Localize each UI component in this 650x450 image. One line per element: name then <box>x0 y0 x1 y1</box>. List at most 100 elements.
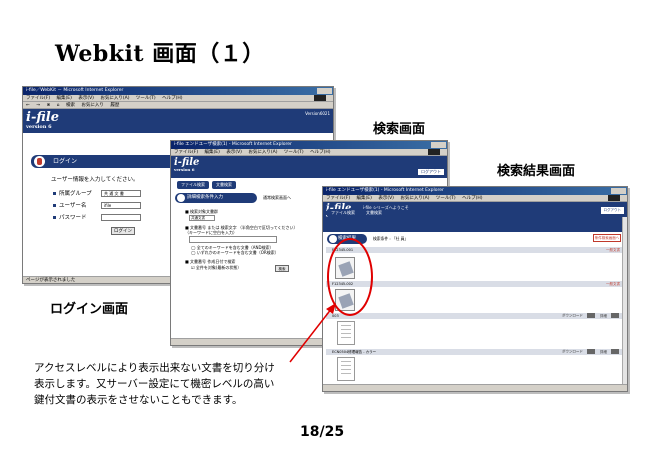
group-select[interactable]: 共 通 文 書 <box>101 189 141 197</box>
menu-favorites[interactable]: お気に入り(A) <box>400 196 429 201</box>
forward-button[interactable]: → <box>36 103 40 108</box>
search-submit-button[interactable]: 検索 <box>275 265 289 272</box>
window-controls-icon[interactable] <box>431 142 446 148</box>
search-tabs: ファイル検索 文書検索 <box>177 181 236 189</box>
password-input[interactable] <box>101 213 141 221</box>
user-icon <box>177 194 185 202</box>
tab-document-search[interactable]: 文書検索 <box>212 181 236 189</box>
results-statusbar <box>323 384 627 391</box>
brand-version: version 6 <box>26 124 52 130</box>
search-menubar: ファイル(F) 編集(E) 表示(V) お気に入り(A) ツール(T) ヘルプ(… <box>171 149 447 156</box>
search-titlebar: i-file エンドユーザ検索(1) - Microsoft Internet … <box>171 141 447 149</box>
page-number: 18/25 <box>300 424 345 440</box>
search-window-title: i-file エンドユーザ検索(1) - Microsoft Internet … <box>174 142 292 147</box>
window-controls-icon[interactable] <box>317 88 332 94</box>
search-button[interactable]: 検索 <box>66 103 75 108</box>
password-row: パスワード <box>53 213 141 221</box>
slide-title: Webkit 画面（１） <box>55 41 265 67</box>
detail-icon[interactable] <box>611 313 619 318</box>
menu-edit[interactable]: 編集(E) <box>205 150 220 155</box>
document-thumbnail[interactable] <box>337 321 355 345</box>
normal-search-link[interactable]: 通常検索画面へ <box>263 195 291 201</box>
highlight-ellipse <box>327 238 373 316</box>
logout-button[interactable]: ログアウト <box>600 207 624 214</box>
results-titlebar: i-file エンドユーザ検索(1) - Microsoft Internet … <box>323 187 627 195</box>
keyword-input[interactable] <box>189 236 277 243</box>
result-row-header[interactable]: F12345-001 一般文書 <box>326 247 624 253</box>
tab-file-search[interactable]: ファイル検索 <box>327 209 359 217</box>
detail-action[interactable]: 詳細 <box>600 350 607 354</box>
note-line: アクセスレベルにより表示出来ない文書を切り分け <box>34 362 275 374</box>
menu-help[interactable]: ヘルプ(H) <box>162 96 182 101</box>
login-menubar: ファイル(F) 編集(E) 表示(V) お気に入り(A) ツール(T) ヘルプ(… <box>23 95 333 102</box>
search-condition: 検索条件 : 「社 員」 <box>373 236 409 241</box>
results-tabs: ファイル検索 文書検索 <box>327 209 386 217</box>
login-button[interactable]: ログイン <box>111 227 135 235</box>
description-note: アクセスレベルにより表示出来ない文書を切り分け 表示します。又サーバー設定にて機… <box>34 360 275 408</box>
caption-search: 検索画面 <box>373 122 426 137</box>
menu-favorites[interactable]: お気に入り(A) <box>100 96 129 101</box>
tab-document-search[interactable]: 文書検索 <box>362 209 386 217</box>
user-icon <box>34 156 45 167</box>
detail-action[interactable]: 詳細 <box>600 314 607 318</box>
window-controls-icon[interactable] <box>611 188 626 194</box>
home-button[interactable]: ⌂ <box>57 103 60 108</box>
bullet-icon <box>53 215 56 219</box>
menu-view[interactable]: 表示(V) <box>226 150 242 155</box>
menu-favorites[interactable]: お気に入り(A) <box>248 150 277 155</box>
ie-logo-icon <box>608 195 620 201</box>
note-line: 鍵付文書の表示をさせないこともできます。 <box>34 394 243 406</box>
username-row: ユーザー名 ifile <box>53 201 141 209</box>
group-row: 所属グループ 共 通 文 書 <box>53 189 141 197</box>
back-to-search-button[interactable]: 条件検索画面へ <box>593 234 621 242</box>
menu-edit[interactable]: 編集(E) <box>357 196 372 201</box>
results-banner: i-file version 6 i-file シリーズへようこそ <box>323 202 627 232</box>
or-search-radio[interactable]: ◯ いずれかのキーワードを含む文書（OR検索） <box>191 250 279 256</box>
logout-button[interactable]: ログアウト <box>418 169 444 175</box>
result-actions: ダウンロード 詳細 <box>562 349 619 355</box>
caption-results: 検索結果画面 <box>497 164 576 179</box>
caption-login: ログイン画面 <box>50 302 129 317</box>
menu-help[interactable]: ヘルプ(H) <box>310 150 330 155</box>
ie-logo-icon <box>314 95 326 101</box>
login-window-title: i-file／WebKit － Microsoft Internet Explo… <box>26 88 124 93</box>
login-toolbar: ← → ⊗ ⌂ 検索 お気に入り 履歴 <box>23 102 333 109</box>
results-window-title: i-file エンドユーザ検索(1) - Microsoft Internet … <box>326 188 444 193</box>
favorites-button[interactable]: お気に入り <box>81 103 104 108</box>
menu-tools[interactable]: ツール(T) <box>136 96 156 101</box>
all-items-checkbox[interactable]: ☑ 全件を対象(最新の状態） <box>191 265 241 271</box>
results-menubar: ファイル(F) 編集(E) 表示(V) お気に入り(A) ツール(T) ヘルプ(… <box>323 195 627 202</box>
menu-edit[interactable]: 編集(E) <box>57 96 72 101</box>
menu-tools[interactable]: ツール(T) <box>284 150 304 155</box>
menu-view[interactable]: 表示(V) <box>78 96 94 101</box>
history-button[interactable]: 履歴 <box>110 103 119 108</box>
user-icon <box>329 235 337 243</box>
document-thumbnail[interactable] <box>337 357 355 381</box>
menu-help[interactable]: ヘルプ(H) <box>462 196 482 201</box>
back-button[interactable]: ← <box>26 103 30 108</box>
login-message: ユーザー情報を入力してください。 <box>51 177 139 183</box>
menu-tools[interactable]: ツール(T) <box>436 196 456 201</box>
menu-file[interactable]: ファイル(F) <box>174 150 198 155</box>
tab-file-search[interactable]: ファイル検索 <box>177 181 209 189</box>
menu-file[interactable]: ファイル(F) <box>326 196 350 201</box>
stop-button[interactable]: ⊗ <box>46 103 50 108</box>
search-banner: i-file version 6 ログアウト <box>171 156 447 178</box>
brand-logo: i-file version 6 <box>174 157 200 172</box>
detail-icon[interactable] <box>611 349 619 354</box>
rank-label: 一般文書 <box>606 248 620 252</box>
login-banner: i-file version 6 Version6021 <box>23 109 333 133</box>
download-icon[interactable] <box>586 349 595 354</box>
bullet-icon <box>53 203 56 207</box>
download-icon[interactable] <box>586 313 595 318</box>
search-section-header: 詳細検索条件入力 <box>175 193 257 203</box>
target-group-select[interactable]: 共通文書 <box>189 215 215 221</box>
menu-file[interactable]: ファイル(F) <box>26 96 50 101</box>
username-input[interactable]: ifile <box>101 201 141 209</box>
result-actions: ダウンロード 詳細 <box>562 313 619 319</box>
note-line: 表示します。又サーバー設定にて機密レベルの高い <box>34 378 275 390</box>
download-action[interactable]: ダウンロード <box>562 350 583 354</box>
menu-view[interactable]: 表示(V) <box>378 196 394 201</box>
vertical-scrollbar[interactable] <box>622 217 627 384</box>
download-action[interactable]: ダウンロード <box>562 314 583 318</box>
